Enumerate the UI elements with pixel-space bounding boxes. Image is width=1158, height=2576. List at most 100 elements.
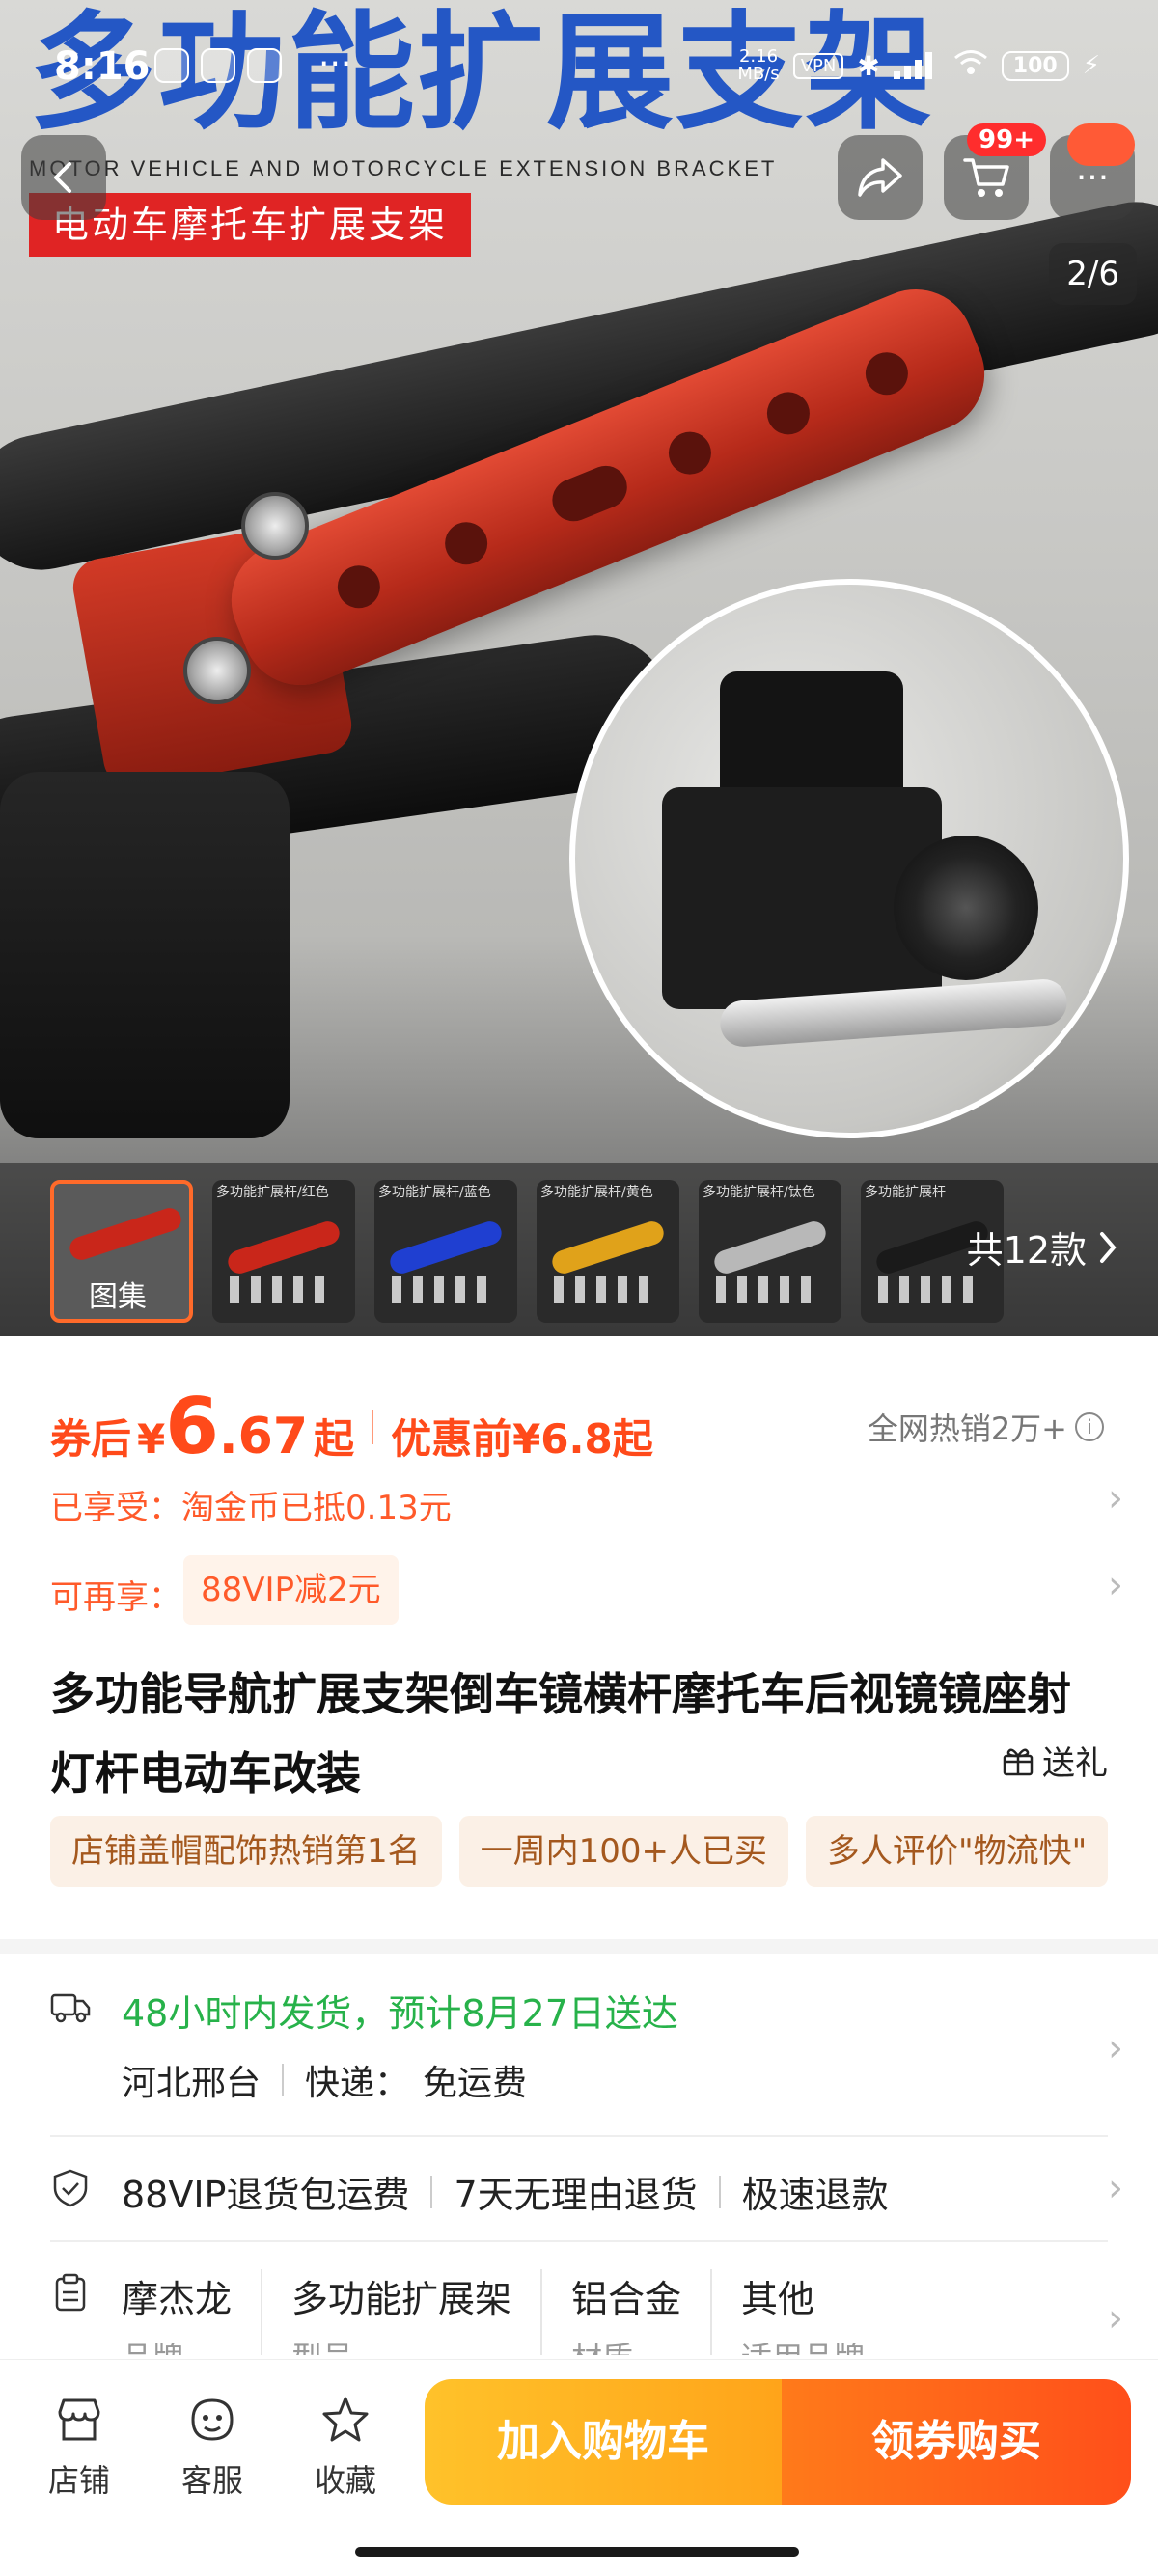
- star-icon: [322, 2397, 369, 2442]
- spec-item: 铝合金材质: [571, 2269, 713, 2355]
- variant-thumbnail-label: 多功能扩展杆: [865, 1185, 946, 1200]
- product-tag[interactable]: 一周内100+人已买: [458, 1816, 789, 1887]
- info-icon: i: [1075, 1412, 1104, 1441]
- spec-value: 多功能扩展架: [291, 2278, 512, 2320]
- status-right: 2.16 MB/s VPN ✱ 100 ⚡: [737, 48, 1100, 83]
- share-button[interactable]: [838, 135, 923, 220]
- shipping-estimate: 48小时内发货，预计8月27日送达: [122, 1992, 678, 2035]
- bolt-graphic: [241, 492, 309, 560]
- clipboard-icon: [55, 2273, 86, 2312]
- promo-more-label: 可再享：: [50, 1578, 181, 1617]
- home-indicator[interactable]: [355, 2547, 799, 2557]
- promo-vip-tag[interactable]: 88VIP减2元: [183, 1555, 399, 1625]
- spec-key: 材质: [571, 2334, 681, 2355]
- app-notification-icon: [247, 48, 282, 83]
- chevron-right-icon[interactable]: ›: [1108, 2026, 1123, 2070]
- cart-icon: [963, 158, 1009, 197]
- chevron-right-icon[interactable]: ›: [1108, 2166, 1123, 2210]
- variant-thumbnail[interactable]: 多功能扩展杆/蓝色: [374, 1180, 517, 1323]
- hero-subtitle-en: MOTOR VEHICLE AND MOTORCYCLE EXTENSION B…: [29, 156, 778, 180]
- album-label: 图集: [89, 1280, 147, 1314]
- variant-thumbnail-label: 多功能扩展杆/蓝色: [378, 1185, 491, 1200]
- app-notification-icon: [154, 48, 189, 83]
- shield-check-icon: [53, 2169, 88, 2207]
- back-button[interactable]: [21, 135, 106, 220]
- status-app-icons: [154, 48, 282, 83]
- spotlight-graphic: [894, 836, 1038, 980]
- more-notifications-icon: ···: [318, 44, 352, 84]
- thumbnail-album[interactable]: 图集: [50, 1180, 193, 1323]
- product-tag[interactable]: 店铺盖帽配饰热销第1名: [50, 1816, 442, 1887]
- guarantee-list: 88VIP退货包运费 7天无理由退货 极速退款: [122, 2165, 889, 2218]
- battery-icon: 100: [1001, 50, 1069, 81]
- variant-thumbnail-label: 多功能扩展杆/黄色: [540, 1185, 653, 1200]
- original-price: 优惠前¥6.8起: [391, 1415, 653, 1463]
- delivery-truck-icon: [50, 1993, 91, 2023]
- product-tag[interactable]: 多人评价"物流快": [806, 1816, 1109, 1887]
- switch-pod-graphic: [0, 772, 290, 1138]
- spec-key: 品牌: [122, 2334, 232, 2355]
- variant-thumbnail[interactable]: 多功能扩展杆/钛色: [699, 1180, 841, 1323]
- status-time: 8:16: [54, 44, 151, 89]
- customer-service-icon: [191, 2398, 234, 2441]
- bluetooth-icon: ✱: [857, 49, 880, 82]
- signal-icon: [893, 52, 940, 79]
- chevron-right-icon[interactable]: ›: [1108, 1476, 1123, 1521]
- spec-value: 铝合金: [571, 2278, 682, 2320]
- variant-thumbnail-label: 多功能扩展杆/红色: [216, 1185, 329, 1200]
- courier-label: 快递：: [305, 2064, 410, 2103]
- product-image-carousel[interactable]: 多功能扩展支架 MOTOR VEHICLE AND MOTORCYCLE EXT…: [0, 0, 1158, 1336]
- cart-button[interactable]: 99+: [944, 123, 1046, 220]
- price-integer: 6: [165, 1382, 219, 1471]
- chevron-right-icon[interactable]: ›: [1108, 1563, 1123, 1607]
- spec-item: 其他适用品牌: [741, 2269, 894, 2355]
- message-badge: [1067, 123, 1135, 166]
- sales-count[interactable]: 全网热销2万+ i: [868, 1405, 1104, 1449]
- store-button[interactable]: 店铺: [31, 2393, 127, 2501]
- product-title: 多功能导航扩展支架倒车镜横杆摩托车后视镜镜座射灯杆电动车改装: [50, 1668, 1071, 1799]
- add-to-cart-button[interactable]: 加入购物车: [425, 2379, 782, 2505]
- bolt-graphic: [183, 637, 251, 704]
- spec-value: 摩杰龙: [122, 2278, 233, 2320]
- shipping-origin: 河北邢台: [122, 2064, 262, 2103]
- gift-button[interactable]: 送礼: [1002, 1737, 1108, 1784]
- spec-key: 型号: [291, 2334, 511, 2355]
- variant-thumbnail[interactable]: 多功能扩展杆/红色: [212, 1180, 355, 1323]
- wifi-icon: [953, 49, 988, 82]
- chevron-left-icon: [54, 162, 71, 193]
- spec-list: 摩杰龙品牌多功能扩展架型号铝合金材质其他适用品牌: [122, 2269, 923, 2355]
- app-notification-icon: [201, 48, 235, 83]
- share-icon: [858, 158, 902, 197]
- net-speed: 2.16 MB/s: [737, 46, 780, 84]
- image-counter: 2/6: [1049, 243, 1137, 305]
- spec-item: 摩杰龙品牌: [122, 2269, 263, 2355]
- price-label: 券后: [50, 1415, 132, 1463]
- cart-count-badge: 99+: [967, 123, 1046, 156]
- chevron-right-icon[interactable]: ›: [1108, 2296, 1123, 2341]
- price-row: 券后 ¥ 6 .67 起 优惠前¥6.8起: [50, 1382, 653, 1471]
- guarantee-item: 7天无理由退货: [454, 2174, 698, 2216]
- chevron-right-icon: [1100, 1231, 1117, 1263]
- spec-item: 多功能扩展架型号: [291, 2269, 543, 2355]
- variant-thumbnail-strip: 图集 多功能扩展杆/红色 多功能扩展杆/蓝色 多功能扩展杆/黄色 多功能扩展杆/钛色 多…: [0, 1163, 1158, 1336]
- variant-thumbnail-label: 多功能扩展杆/钛色: [703, 1185, 815, 1200]
- store-icon: [58, 2398, 100, 2441]
- guarantee-item: 88VIP退货包运费: [122, 2174, 410, 2216]
- variant-thumbnail[interactable]: 多功能扩展杆/黄色: [537, 1180, 679, 1323]
- favorite-button[interactable]: 收藏: [297, 2393, 394, 2501]
- vpn-icon: VPN: [792, 52, 844, 79]
- spec-key: 适用品牌: [741, 2334, 865, 2355]
- shipping-fee: 免运费: [423, 2064, 528, 2103]
- price-decimal: .67: [218, 1408, 309, 1466]
- price-suffix: 起: [314, 1415, 355, 1463]
- product-detail-page: 多功能扩展支架 MOTOR VEHICLE AND MOTORCYCLE EXT…: [0, 0, 1158, 2576]
- product-tags: 店铺盖帽配饰热销第1名 一周内100+人已买 多人评价"物流快": [50, 1816, 1158, 1887]
- customer-service-button[interactable]: 客服: [164, 2393, 261, 2501]
- shipping-details: 河北邢台 快递： 免运费: [122, 2055, 527, 2105]
- coupon-buy-button[interactable]: 领券购买: [782, 2379, 1131, 2505]
- charging-icon: ⚡: [1082, 51, 1100, 80]
- price-currency: ¥: [137, 1415, 166, 1463]
- variant-count-button[interactable]: 共12款: [967, 1220, 1119, 1274]
- more-button[interactable]: ···: [1050, 123, 1135, 220]
- guarantee-item: 极速退款: [741, 2174, 889, 2216]
